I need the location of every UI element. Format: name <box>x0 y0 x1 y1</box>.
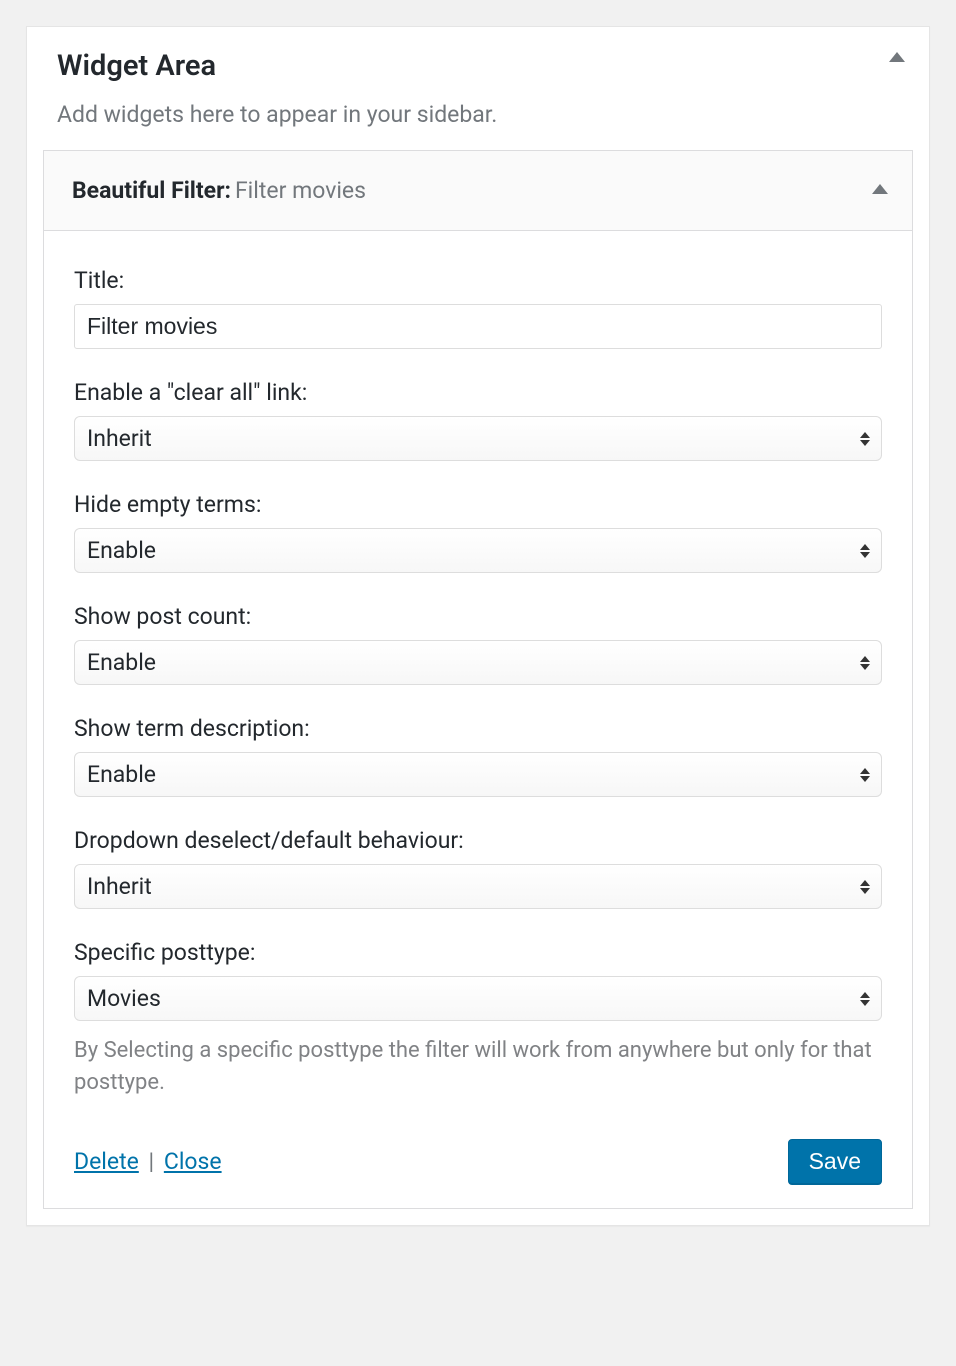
field-clear-all: Enable a "clear all" link: Inherit <box>74 379 882 461</box>
widget-title-name: Filter movies <box>235 177 366 204</box>
hide-empty-select[interactable]: Enable <box>74 528 882 573</box>
panel-collapse-toggle[interactable] <box>889 47 905 66</box>
label-post-count: Show post count: <box>74 603 882 630</box>
select-wrap-dropdown-deselect: Inherit <box>74 864 882 909</box>
label-dropdown-deselect: Dropdown deselect/default behaviour: <box>74 827 882 854</box>
widget-title-prefix: Beautiful Filter: <box>72 177 231 204</box>
widget-collapse-toggle[interactable] <box>872 179 888 198</box>
label-title: Title: <box>74 267 882 294</box>
label-term-desc: Show term description: <box>74 715 882 742</box>
field-term-desc: Show term description: Enable <box>74 715 882 797</box>
field-hide-empty: Hide empty terms: Enable <box>74 491 882 573</box>
select-wrap-term-desc: Enable <box>74 752 882 797</box>
panel-header: Widget Area Add widgets here to appear i… <box>27 27 929 150</box>
label-clear-all: Enable a "clear all" link: <box>74 379 882 406</box>
widget-beautiful-filter: Beautiful Filter: Filter movies Title: E… <box>43 150 913 1209</box>
delete-link[interactable]: Delete <box>74 1148 139 1175</box>
action-links: Delete | Close <box>74 1148 222 1175</box>
label-posttype: Specific posttype: <box>74 939 882 966</box>
label-hide-empty: Hide empty terms: <box>74 491 882 518</box>
field-posttype: Specific posttype: Movies By Selecting a… <box>74 939 882 1099</box>
chevron-up-icon <box>889 52 905 62</box>
field-post-count: Show post count: Enable <box>74 603 882 685</box>
widget-header[interactable]: Beautiful Filter: Filter movies <box>44 151 912 231</box>
clear-all-select[interactable]: Inherit <box>74 416 882 461</box>
select-wrap-hide-empty: Enable <box>74 528 882 573</box>
posttype-help-text: By Selecting a specific posttype the fil… <box>74 1035 882 1099</box>
save-button[interactable]: Save <box>788 1139 882 1184</box>
field-title: Title: <box>74 267 882 349</box>
term-desc-select[interactable]: Enable <box>74 752 882 797</box>
panel-description: Add widgets here to appear in your sideb… <box>57 101 899 128</box>
widget-actions: Delete | Close Save <box>74 1139 882 1184</box>
posttype-select[interactable]: Movies <box>74 976 882 1021</box>
post-count-select[interactable]: Enable <box>74 640 882 685</box>
select-wrap-posttype: Movies <box>74 976 882 1021</box>
chevron-up-icon <box>872 184 888 194</box>
select-wrap-post-count: Enable <box>74 640 882 685</box>
dropdown-deselect-select[interactable]: Inherit <box>74 864 882 909</box>
title-input[interactable] <box>74 304 882 349</box>
field-dropdown-deselect: Dropdown deselect/default behaviour: Inh… <box>74 827 882 909</box>
separator: | <box>139 1148 164 1175</box>
page-title: Widget Area <box>57 49 899 83</box>
widget-body: Title: Enable a "clear all" link: Inheri… <box>44 231 912 1208</box>
close-link[interactable]: Close <box>164 1148 222 1175</box>
widget-title-name-text: Filter movies <box>235 177 366 204</box>
select-wrap-clear-all: Inherit <box>74 416 882 461</box>
widget-area-panel: Widget Area Add widgets here to appear i… <box>26 26 930 1226</box>
